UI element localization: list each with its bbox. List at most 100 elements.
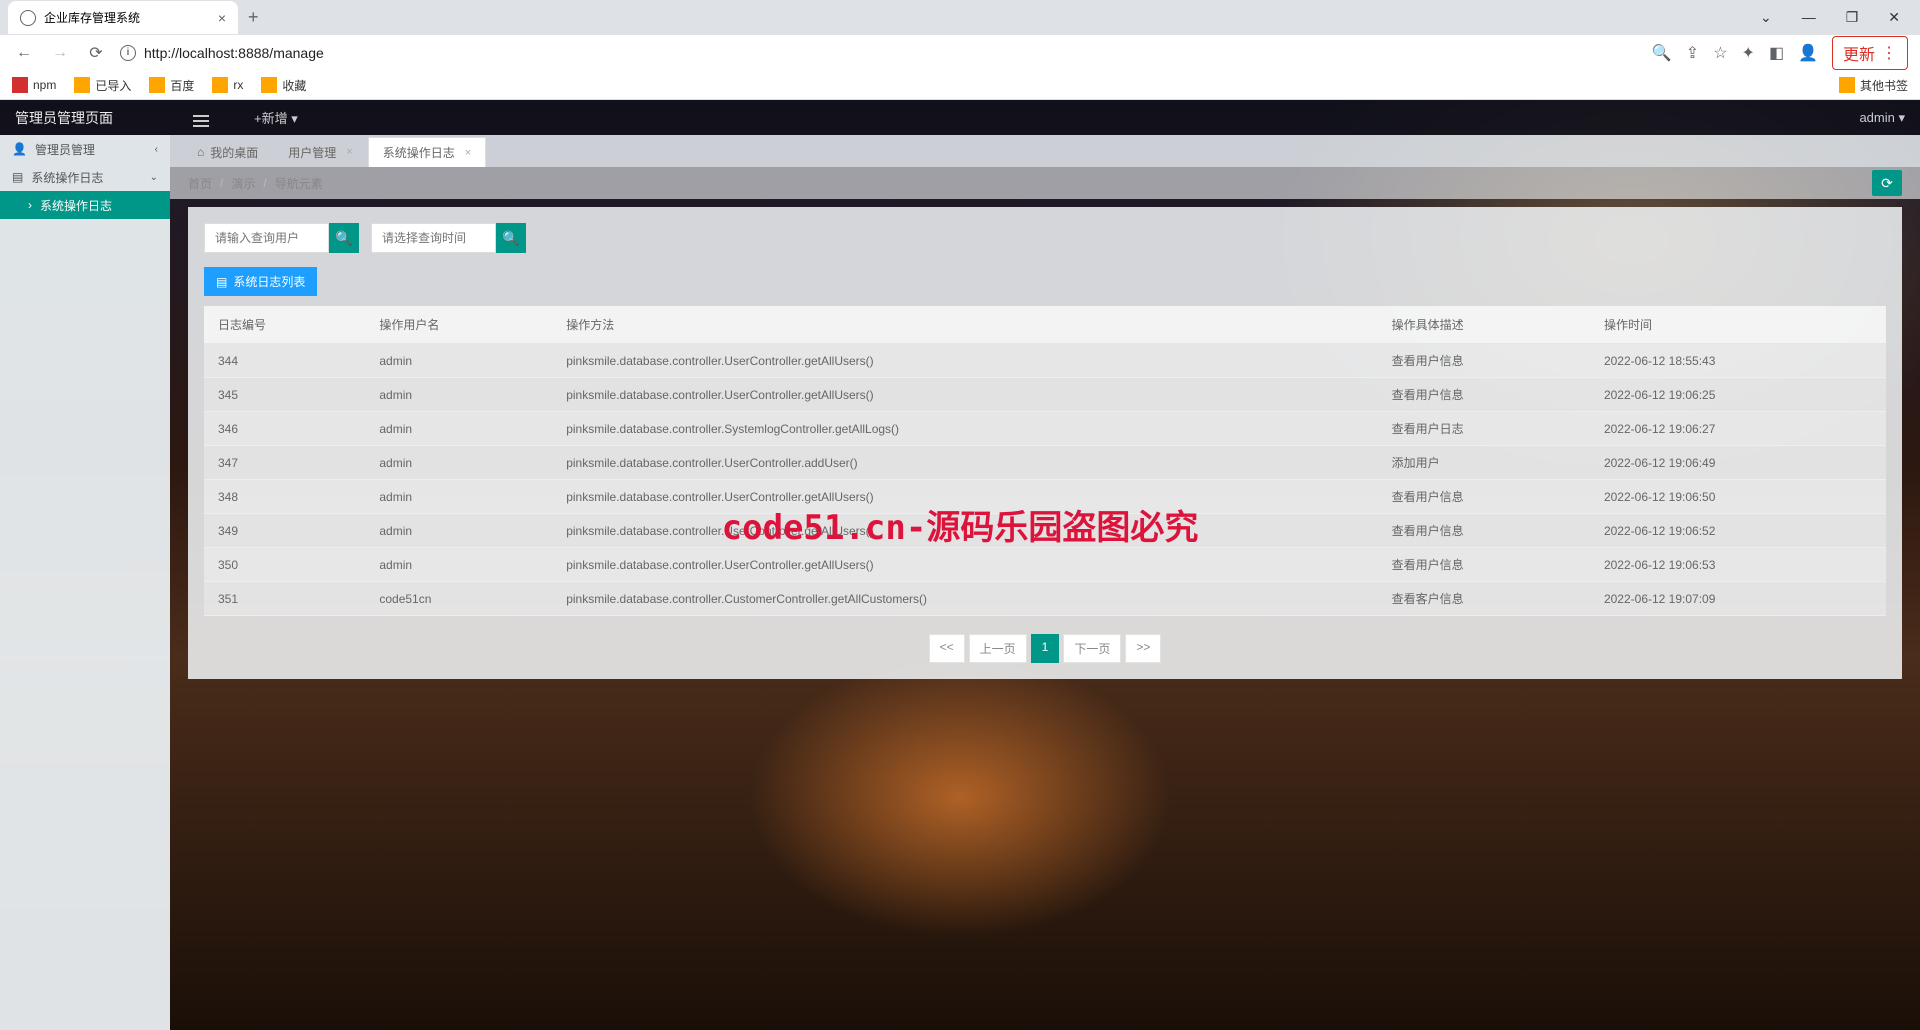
chevron-right-icon: › bbox=[28, 198, 32, 212]
close-window-icon[interactable]: ✕ bbox=[1883, 4, 1905, 31]
bookmark-baidu[interactable]: 百度 bbox=[149, 77, 194, 94]
cell-method: pinksmile.database.controller.UserContro… bbox=[552, 548, 1377, 582]
bookmark-fav[interactable]: 收藏 bbox=[261, 77, 306, 94]
main-content: ⌂ 我的桌面 用户管理 × 系统操作日志 × 首页 / 演示 / 导航元素 ⟳ bbox=[170, 135, 1920, 1030]
breadcrumb: 首页 / 演示 / 导航元素 ⟳ bbox=[170, 167, 1920, 199]
new-tab-button[interactable]: + bbox=[248, 7, 259, 28]
cell-desc: 查看用户信息 bbox=[1378, 378, 1590, 412]
table-row[interactable]: 347adminpinksmile.database.controller.Us… bbox=[204, 446, 1886, 480]
search-user-group: 🔍 bbox=[204, 223, 359, 253]
chevron-down-icon: ⌄ bbox=[150, 172, 158, 183]
forward-button[interactable]: → bbox=[48, 41, 72, 65]
user-menu[interactable]: admin ▾ bbox=[1859, 110, 1905, 126]
tab-desktop[interactable]: ⌂ 我的桌面 bbox=[182, 137, 273, 167]
page-current[interactable]: 1 bbox=[1031, 634, 1060, 663]
cell-desc: 查看用户信息 bbox=[1378, 344, 1590, 378]
toolbar-right: 🔍 ⇪ ☆ ✦ ◧ 👤 更新⋮ bbox=[1652, 36, 1908, 70]
separator: / bbox=[220, 176, 223, 190]
tab-users[interactable]: 用户管理 × bbox=[273, 137, 367, 167]
cell-desc: 查看客户信息 bbox=[1378, 582, 1590, 616]
browser-tab[interactable]: 企业库存管理系统 × bbox=[8, 1, 238, 34]
star-icon[interactable]: ☆ bbox=[1713, 43, 1727, 63]
address-bar: ← → ⟳ i http://localhost:8888/manage 🔍 ⇪… bbox=[0, 35, 1920, 70]
close-icon[interactable]: × bbox=[346, 146, 352, 158]
cell-user: admin bbox=[365, 514, 552, 548]
table-row[interactable]: 346adminpinksmile.database.controller.Sy… bbox=[204, 412, 1886, 446]
other-bookmarks[interactable]: 其他书签 bbox=[1839, 77, 1908, 94]
col-id: 日志编号 bbox=[204, 306, 365, 344]
close-icon[interactable]: × bbox=[465, 147, 471, 159]
list-icon: ▤ bbox=[12, 170, 23, 184]
page-next[interactable]: 下一页 bbox=[1063, 634, 1121, 663]
search-time-group: 🔍 bbox=[371, 223, 526, 253]
search-time-input[interactable] bbox=[371, 223, 496, 253]
cell-desc: 查看用户信息 bbox=[1378, 480, 1590, 514]
sidebar-item-label: 系统操作日志 bbox=[40, 197, 112, 214]
close-icon[interactable]: × bbox=[218, 10, 226, 26]
bookmark-npm[interactable]: npm bbox=[12, 77, 56, 93]
sidebar-item-label: 管理员管理 bbox=[35, 141, 95, 158]
list-icon: ▤ bbox=[216, 275, 227, 289]
app-header: 管理员管理页面 +新增 ▾ admin ▾ bbox=[0, 100, 1920, 135]
user-icon: 👤 bbox=[12, 142, 27, 156]
table-row[interactable]: 351code51cnpinksmile.database.controller… bbox=[204, 582, 1886, 616]
folder-icon bbox=[261, 77, 277, 93]
page-prev[interactable]: 上一页 bbox=[969, 634, 1027, 663]
minimize-icon[interactable]: — bbox=[1797, 4, 1821, 31]
page-last[interactable]: >> bbox=[1125, 634, 1161, 663]
reload-button[interactable]: ⟳ bbox=[84, 41, 108, 65]
table-row[interactable]: 349adminpinksmile.database.controller.Us… bbox=[204, 514, 1886, 548]
cell-time: 2022-06-12 18:55:43 bbox=[1590, 344, 1886, 378]
table-row[interactable]: 348adminpinksmile.database.controller.Us… bbox=[204, 480, 1886, 514]
search-time-button[interactable]: 🔍 bbox=[496, 223, 526, 253]
table-row[interactable]: 345adminpinksmile.database.controller.Us… bbox=[204, 378, 1886, 412]
cell-method: pinksmile.database.controller.UserContro… bbox=[552, 378, 1377, 412]
table-row[interactable]: 344adminpinksmile.database.controller.Us… bbox=[204, 344, 1886, 378]
refresh-button[interactable]: ⟳ bbox=[1872, 170, 1902, 196]
folder-icon bbox=[1839, 77, 1855, 93]
cell-time: 2022-06-12 19:06:25 bbox=[1590, 378, 1886, 412]
profile-icon[interactable]: 👤 bbox=[1798, 43, 1818, 63]
window-dropdown-icon[interactable]: ⌄ bbox=[1755, 4, 1777, 31]
sidebar-item-admin[interactable]: 👤 管理员管理 ‹ bbox=[0, 135, 170, 163]
search-user-button[interactable]: 🔍 bbox=[329, 223, 359, 253]
bookmarks-bar: npm 已导入 百度 rx 收藏 其他书签 bbox=[0, 70, 1920, 100]
cell-user: admin bbox=[365, 378, 552, 412]
extensions-icon[interactable]: ✦ bbox=[1742, 43, 1755, 63]
cell-method: pinksmile.database.controller.CustomerCo… bbox=[552, 582, 1377, 616]
cell-id: 344 bbox=[204, 344, 365, 378]
add-new-button[interactable]: +新增 ▾ bbox=[244, 108, 308, 127]
sidebar: 👤 管理员管理 ‹ ▤ 系统操作日志 ⌄ › 系统操作日志 bbox=[0, 135, 170, 1030]
update-button[interactable]: 更新⋮ bbox=[1832, 36, 1908, 70]
share-icon[interactable]: ⇪ bbox=[1686, 43, 1699, 63]
cell-method: pinksmile.database.controller.UserContro… bbox=[552, 344, 1377, 378]
table-row[interactable]: 350adminpinksmile.database.controller.Us… bbox=[204, 548, 1886, 582]
back-button[interactable]: ← bbox=[12, 41, 36, 65]
maximize-icon[interactable]: ❐ bbox=[1841, 4, 1864, 31]
breadcrumb-current: 导航元素 bbox=[275, 175, 323, 192]
sidebar-item-syslog[interactable]: ▤ 系统操作日志 ⌄ bbox=[0, 163, 170, 191]
cell-method: pinksmile.database.controller.UserContro… bbox=[552, 480, 1377, 514]
side-panel-icon[interactable]: ◧ bbox=[1769, 43, 1784, 63]
breadcrumb-home[interactable]: 首页 bbox=[188, 175, 212, 192]
page-first[interactable]: << bbox=[929, 634, 965, 663]
cell-user: code51cn bbox=[365, 582, 552, 616]
folder-icon bbox=[149, 77, 165, 93]
zoom-icon[interactable]: 🔍 bbox=[1652, 43, 1672, 63]
app-viewport: 管理员管理页面 +新增 ▾ admin ▾ 👤 管理员管理 ‹ ▤ 系统操作日志… bbox=[0, 100, 1920, 1030]
breadcrumb-demo[interactable]: 演示 bbox=[231, 175, 255, 192]
site-info-icon[interactable]: i bbox=[120, 45, 136, 61]
sidebar-item-label: 系统操作日志 bbox=[31, 169, 103, 186]
sidebar-toggle[interactable] bbox=[183, 102, 219, 133]
url-field[interactable]: i http://localhost:8888/manage bbox=[120, 45, 1640, 61]
list-title: 系统日志列表 bbox=[233, 273, 305, 290]
search-user-input[interactable] bbox=[204, 223, 329, 253]
pagination: << 上一页 1 下一页 >> bbox=[204, 634, 1886, 663]
cell-id: 346 bbox=[204, 412, 365, 446]
bookmark-rx[interactable]: rx bbox=[212, 77, 243, 93]
cell-user: admin bbox=[365, 480, 552, 514]
tab-syslog[interactable]: 系统操作日志 × bbox=[368, 137, 486, 167]
bookmark-imported[interactable]: 已导入 bbox=[74, 77, 131, 94]
cell-desc: 添加用户 bbox=[1378, 446, 1590, 480]
sidebar-item-syslog-child[interactable]: › 系统操作日志 bbox=[0, 191, 170, 219]
